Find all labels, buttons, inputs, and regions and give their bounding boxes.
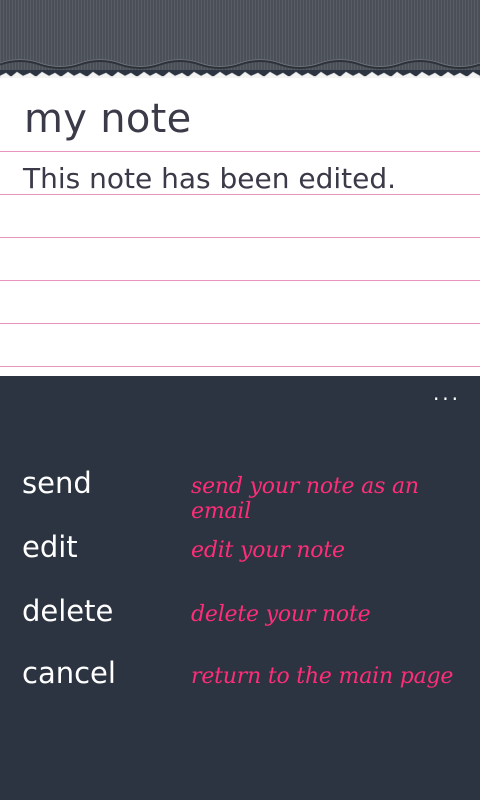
cancel-menu-item[interactable]: cancel	[22, 656, 116, 690]
edit-description: edit your note	[191, 538, 345, 563]
paper-rule	[0, 280, 480, 281]
paper-rule	[0, 323, 480, 324]
cancel-description: return to the main page	[191, 664, 454, 689]
paper-rule	[0, 366, 480, 367]
send-description: send your note as an email	[191, 474, 419, 524]
edit-menu-item[interactable]: edit	[22, 530, 78, 564]
binder-header	[0, 0, 480, 70]
send-menu-item[interactable]: send	[22, 466, 92, 500]
paper-rule	[0, 151, 480, 152]
note-title: my note	[24, 96, 192, 142]
more-options-button[interactable]: ...	[430, 383, 464, 410]
paper-rule	[0, 237, 480, 238]
note-body: This note has been edited.	[23, 162, 397, 195]
delete-menu-item[interactable]: delete	[22, 594, 113, 628]
delete-description: delete your note	[191, 602, 371, 627]
app-bar-menu	[0, 376, 480, 800]
